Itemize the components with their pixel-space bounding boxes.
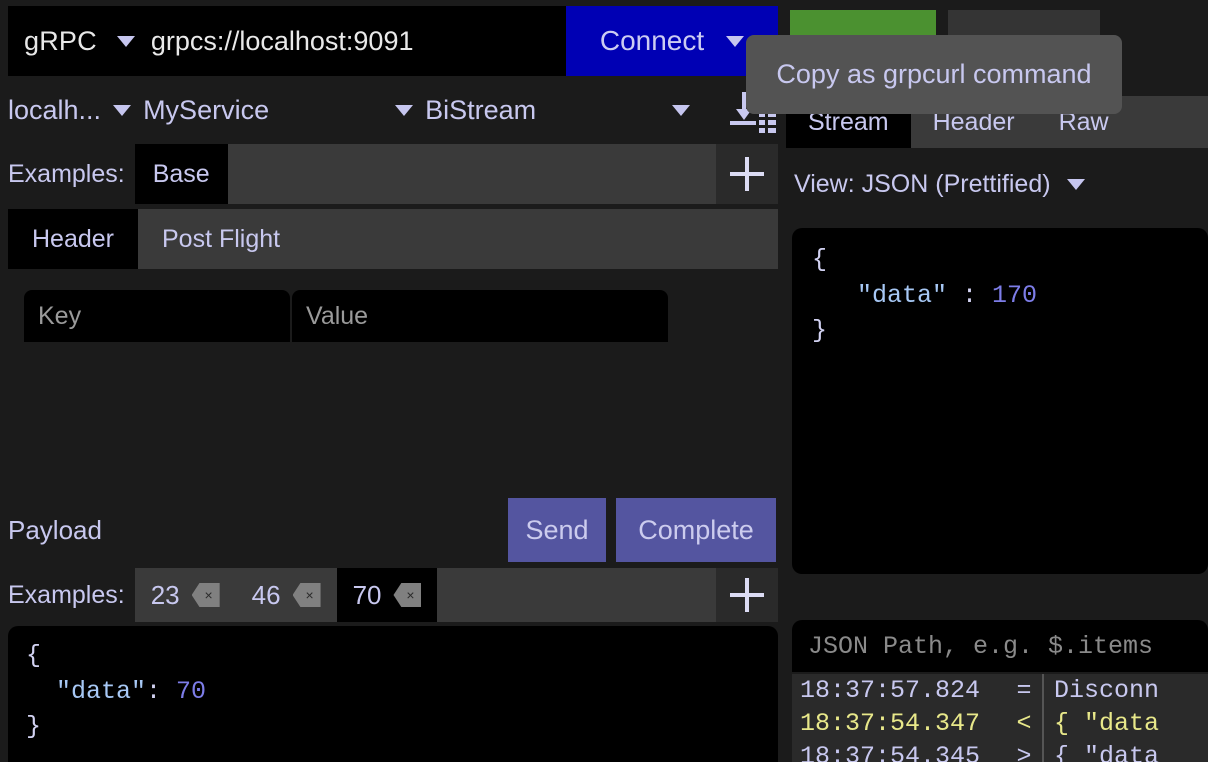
response-json-key: "data" xyxy=(857,280,948,310)
chevron-down-icon[interactable] xyxy=(113,104,132,116)
log-row[interactable]: 18:37:54.345 > { "data xyxy=(792,740,1208,762)
payload-example-chip-strip: 23 × 46 × 70 × xyxy=(134,568,716,622)
service-selector-bar: localh... MyService BiStream xyxy=(0,84,778,136)
payload-json-editor[interactable]: { "data": 70 } xyxy=(8,626,778,762)
payload-json-line-3: } xyxy=(26,712,42,741)
response-json-body: { "data" : 170 } xyxy=(792,228,1208,574)
grpc-client-window: gRPC grpcs://localhost:9091 Connect loca… xyxy=(0,0,1208,762)
chevron-down-icon[interactable] xyxy=(116,35,135,47)
header-example-tab-strip: Base xyxy=(134,144,716,204)
log-direction: < xyxy=(1016,709,1032,738)
add-payload-example-button[interactable] xyxy=(716,568,778,622)
close-icon[interactable]: × xyxy=(393,583,422,607)
protocol-label: gRPC xyxy=(24,25,97,56)
log-row[interactable]: 18:37:54.347 < { "data xyxy=(792,707,1208,740)
payload-example-chip-23[interactable]: 23 × xyxy=(134,568,236,622)
chevron-down-icon[interactable] xyxy=(726,35,745,47)
service-select-label[interactable]: MyService xyxy=(143,95,269,126)
header-key-input[interactable] xyxy=(24,290,290,342)
payload-example-chip-46[interactable]: 46 × xyxy=(235,568,337,622)
connect-button-label: Connect xyxy=(599,25,705,56)
log-message: { "data xyxy=(1054,742,1160,762)
payload-json-line-1: { xyxy=(26,641,42,670)
complete-button[interactable]: Complete xyxy=(616,498,776,562)
plus-icon xyxy=(730,578,764,612)
server-address-text: grpcs://localhost:9091 xyxy=(150,25,414,56)
close-icon[interactable]: × xyxy=(292,583,321,607)
tooltip-text: Copy as grpcurl command xyxy=(776,59,1092,89)
send-button[interactable]: Send xyxy=(508,498,606,562)
tab-post-flight-label: Post Flight xyxy=(162,224,281,253)
payload-json-key: "data" xyxy=(56,676,147,706)
log-message: { "data xyxy=(1054,709,1160,738)
header-tab-bar: Header Post Flight xyxy=(8,209,778,269)
log-divider xyxy=(1042,674,1044,707)
header-key-value-row xyxy=(24,290,668,342)
payload-json-value: 70 xyxy=(176,676,207,706)
payload-toolbar: Payload Send Complete xyxy=(0,498,778,562)
response-json-value: 170 xyxy=(992,280,1038,310)
stream-log-list[interactable]: 18:37:57.824 = Disconn 18:37:54.347 < { … xyxy=(792,674,1208,762)
tooltip-copy-as-grpcurl: Copy as grpcurl command xyxy=(746,35,1122,114)
chevron-down-icon[interactable] xyxy=(395,104,414,116)
plus-icon xyxy=(730,157,764,191)
response-json-line-3: } xyxy=(812,316,828,345)
view-mode-selector[interactable]: View: JSON (Prettified) xyxy=(786,160,1208,208)
log-divider xyxy=(1042,740,1044,762)
log-divider xyxy=(1042,707,1044,740)
header-example-tab-label: Base xyxy=(152,159,210,188)
payload-example-chip-label: 46 xyxy=(251,579,281,610)
tab-header[interactable]: Header xyxy=(8,209,138,269)
payload-example-chip-70[interactable]: 70 × xyxy=(336,568,438,622)
json-path-placeholder: JSON Path, e.g. $.items xyxy=(808,631,1154,661)
view-mode-label: View: JSON (Prettified) xyxy=(794,169,1051,198)
close-icon[interactable]: × xyxy=(191,583,220,607)
chevron-down-icon[interactable] xyxy=(672,104,691,116)
json-path-input[interactable]: JSON Path, e.g. $.items xyxy=(792,620,1208,672)
address-bar: gRPC grpcs://localhost:9091 Connect xyxy=(8,6,778,76)
header-example-tab-base[interactable]: Base xyxy=(134,144,228,204)
address-input-group[interactable]: gRPC grpcs://localhost:9091 xyxy=(8,6,566,76)
response-json-line-1: { xyxy=(812,245,828,274)
payload-title: Payload xyxy=(8,514,102,545)
payload-examples-bar: Examples: 23 × 46 × 70 × xyxy=(0,568,778,622)
log-message: Disconn xyxy=(1054,676,1160,705)
response-json-colon: : xyxy=(947,280,993,310)
payload-example-chip-label: 23 xyxy=(150,579,180,610)
log-direction: = xyxy=(1016,676,1032,705)
header-examples-label: Examples: xyxy=(0,144,135,204)
log-timestamp: 18:37:57.824 xyxy=(800,676,981,705)
payload-example-chip-label: 70 xyxy=(352,579,382,610)
add-header-example-button[interactable] xyxy=(716,144,778,204)
log-direction: > xyxy=(1016,742,1032,762)
payload-examples-label: Examples: xyxy=(0,568,135,622)
log-timestamp: 18:37:54.345 xyxy=(800,742,981,762)
payload-json-colon: : xyxy=(146,676,177,706)
method-select-label[interactable]: BiStream xyxy=(425,95,536,126)
log-timestamp: 18:37:54.347 xyxy=(800,709,981,738)
tab-header-label: Header xyxy=(32,224,114,253)
host-select-label[interactable]: localh... xyxy=(8,95,101,126)
tab-post-flight[interactable]: Post Flight xyxy=(138,209,304,269)
request-pane: gRPC grpcs://localhost:9091 Connect loca… xyxy=(0,0,778,762)
log-row[interactable]: 18:37:57.824 = Disconn xyxy=(792,674,1208,707)
header-examples-bar: Examples: Base xyxy=(0,144,778,204)
header-value-input[interactable] xyxy=(292,290,668,342)
chevron-down-icon[interactable] xyxy=(1066,178,1085,190)
